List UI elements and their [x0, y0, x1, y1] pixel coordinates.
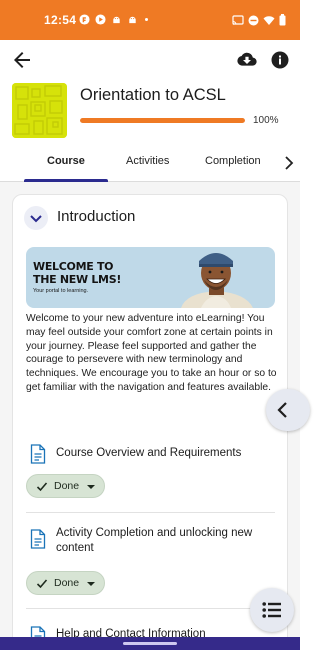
- play-icon: [95, 14, 106, 25]
- cast-icon: [232, 14, 244, 25]
- chevron-right-icon[interactable]: [282, 155, 296, 171]
- course-progress-label: 100%: [253, 115, 279, 126]
- smiling-person-illustration: [181, 253, 253, 308]
- app-notification-icon: [79, 14, 90, 25]
- dot-icon: [145, 18, 148, 21]
- info-icon[interactable]: [268, 48, 292, 72]
- course-index-button[interactable]: [250, 588, 294, 632]
- completion-status: Done: [54, 480, 80, 492]
- battery-icon: [279, 14, 286, 26]
- banner-heading-line1: WELCOME TO: [33, 260, 114, 273]
- section-title: Introduction: [57, 208, 136, 225]
- activity-name[interactable]: Activity Completion and unlocking new co…: [56, 526, 256, 556]
- status-notification-icons: [79, 14, 148, 25]
- banner-heading-line2: THE NEW LMS!: [33, 273, 122, 286]
- dropdown-caret-icon: [87, 485, 95, 489]
- banner-subtitle: Your portal to learning.: [33, 288, 89, 294]
- page-icon: [30, 626, 46, 637]
- cloud-download-icon[interactable]: [235, 48, 259, 72]
- course-tabs: Course Activities Completion: [0, 144, 300, 182]
- arrow-back-icon[interactable]: [10, 48, 34, 72]
- page-icon: [30, 529, 46, 549]
- course-index-drawer-toggle[interactable]: [266, 389, 310, 431]
- course-progress-fill: [80, 118, 245, 123]
- completion-done-button[interactable]: Done: [26, 474, 105, 498]
- section-summary: Welcome to your new adventure into eLear…: [26, 313, 277, 393]
- status-time: 12:54: [44, 13, 77, 27]
- check-icon: [36, 579, 48, 589]
- activity-divider: [26, 512, 275, 513]
- welcome-banner-image: WELCOME TO THE NEW LMS! Your portal to l…: [26, 247, 275, 308]
- wifi-icon: [263, 15, 275, 25]
- course-title: Orientation to ACSL: [80, 86, 226, 104]
- android-icon: [113, 16, 120, 24]
- status-system-icons: [232, 14, 286, 26]
- tab-activities[interactable]: Activities: [126, 155, 169, 167]
- course-progress-bar: [80, 118, 245, 123]
- home-gesture-handle[interactable]: [123, 642, 177, 645]
- completion-done-button[interactable]: Done: [26, 571, 105, 595]
- course-content: Introduction WELCOME TO THE NEW LMS! You…: [0, 182, 300, 637]
- tab-course[interactable]: Course: [47, 155, 85, 167]
- system-navigation-bar: [0, 637, 300, 650]
- tab-completion[interactable]: Completion: [205, 155, 261, 167]
- chevron-down-icon: [30, 215, 42, 223]
- check-icon: [36, 482, 48, 492]
- section-card: Introduction WELCOME TO THE NEW LMS! You…: [12, 194, 288, 637]
- list-icon: [262, 602, 281, 618]
- page-icon: [30, 444, 46, 464]
- activity-divider: [26, 608, 275, 609]
- completion-status: Done: [54, 577, 80, 589]
- do-not-disturb-icon: [248, 15, 259, 25]
- activity-name[interactable]: Course Overview and Requirements: [56, 446, 271, 461]
- status-bar: 12:54: [0, 0, 300, 40]
- dropdown-caret-icon: [87, 582, 95, 586]
- course-pattern-image: [12, 83, 67, 138]
- section-collapse-button[interactable]: [24, 206, 48, 230]
- activity-name[interactable]: Help and Contact Information: [56, 627, 271, 637]
- chevron-left-icon: [277, 402, 287, 418]
- top-app-bar: [0, 40, 300, 80]
- android-icon: [129, 16, 136, 24]
- course-thumbnail: [12, 83, 67, 138]
